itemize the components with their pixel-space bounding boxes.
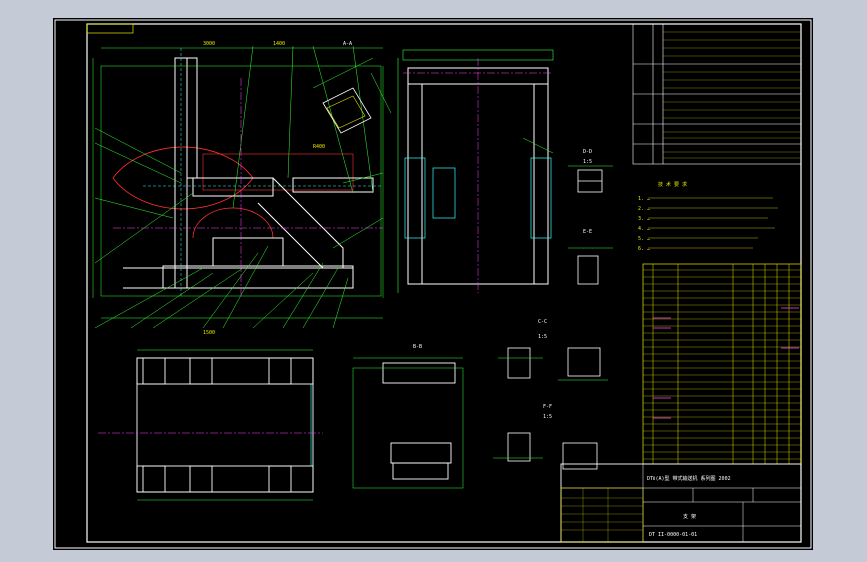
cc-detail [507, 347, 531, 379]
side-right-post [533, 83, 549, 285]
leader [332, 277, 349, 329]
side-plate-mid [432, 167, 456, 219]
tech-req-item: 3. … [638, 216, 650, 222]
plan-plate [189, 465, 213, 493]
leader [222, 245, 269, 329]
section-details: C-C 1:5 F-F 1:5 [493, 319, 608, 470]
drawing-title: 支 架 [683, 513, 696, 520]
leader [352, 45, 374, 194]
dd-detail [507, 432, 531, 462]
section-label: B-B [413, 344, 422, 350]
plan-plate [189, 357, 213, 385]
plan-outline [136, 357, 314, 493]
red-bracket [202, 153, 354, 191]
small-arc [192, 207, 274, 239]
section-label: A-A [343, 41, 352, 47]
bb-dim-frame [352, 367, 464, 489]
detail-leader [312, 57, 374, 89]
upper-beam [192, 177, 274, 197]
side-left-post [407, 83, 423, 285]
tech-req-heading: 技 术 要 求 [658, 181, 687, 188]
plan-plate [268, 357, 292, 385]
detail-box-2 [577, 255, 599, 285]
tech-req-item: 2. … [638, 206, 650, 212]
cad-viewport[interactable]: 3000 1400 A-A R400 1500 D-D 1:5 E-E 技 术 … [53, 18, 813, 550]
cc-detail-2 [567, 347, 601, 377]
tech-req-item: 1. … [638, 196, 650, 202]
engineering-drawing: 3000 1400 A-A R400 1500 D-D 1:5 E-E 技 术 … [54, 19, 812, 549]
leader [152, 267, 244, 329]
dim-label: 1400 [273, 41, 285, 47]
swing-arc [112, 146, 254, 179]
leader [302, 267, 339, 329]
main-view: 3000 1400 A-A R400 1500 [92, 41, 392, 336]
leader [332, 217, 384, 249]
revision-table-grid [663, 31, 801, 159]
leader [94, 142, 182, 184]
corner-tag-box [86, 23, 134, 34]
leader [94, 127, 182, 174]
section-label: F-F [543, 404, 552, 410]
plan-top-beam [136, 357, 314, 385]
dim-label: 3000 [203, 41, 215, 47]
bb-mid-plate [390, 442, 452, 464]
lower-bracket [212, 237, 284, 267]
parts-list-frame [642, 263, 802, 465]
tech-req-item: 5. … [638, 236, 650, 242]
scale-label: 1:5 [543, 414, 552, 420]
section-label: C-C [538, 319, 547, 325]
leader [130, 272, 214, 329]
dim-label: R400 [313, 144, 325, 150]
tech-req-item: 4. … [638, 226, 650, 232]
parts-list [642, 263, 802, 465]
side-view [397, 49, 554, 293]
bb-bottom-plate [392, 462, 449, 480]
dim-label: 1500 [203, 330, 215, 336]
technical-requirements: 技 术 要 求 1. … 2. … 3. … 4. … 5. … 6. … [638, 181, 778, 252]
section-label: E-E [583, 229, 592, 235]
project-title: DTⅡ(A)型 带式输送机 系列图 2002 [647, 475, 731, 482]
leader [202, 252, 259, 329]
plan-plate [142, 465, 166, 493]
leader [252, 272, 314, 329]
angle-detail-inner [326, 95, 366, 129]
section-label: D-D [583, 149, 592, 155]
swing-arc-lower [112, 177, 254, 210]
parts-list-rows [643, 269, 801, 460]
note-block [560, 487, 644, 543]
tech-req-item: 6. … [638, 246, 650, 252]
drawing-number: DT II-0000-01-01 [649, 532, 697, 538]
scale-label: 1:5 [538, 334, 547, 340]
revision-table [632, 23, 802, 165]
base-beam [162, 265, 354, 289]
plan-bottom-beam [136, 465, 314, 493]
plan-plate [142, 357, 166, 385]
bb-top-plate [382, 362, 456, 384]
small-details: D-D 1:5 E-E [568, 149, 613, 285]
leader [94, 197, 174, 219]
leader [232, 45, 254, 209]
left-column-inner [186, 57, 198, 179]
scale-label: 1:5 [583, 159, 592, 165]
plan-plate [268, 465, 292, 493]
section-bb: B-B [352, 344, 464, 489]
dd-detail-2 [562, 442, 598, 470]
title-block: DTⅡ(A)型 带式输送机 系列图 2002 支 架 DT II-0000-01… [560, 463, 802, 543]
leader [94, 267, 204, 329]
plan-view [98, 349, 323, 501]
note-frame [560, 487, 644, 543]
